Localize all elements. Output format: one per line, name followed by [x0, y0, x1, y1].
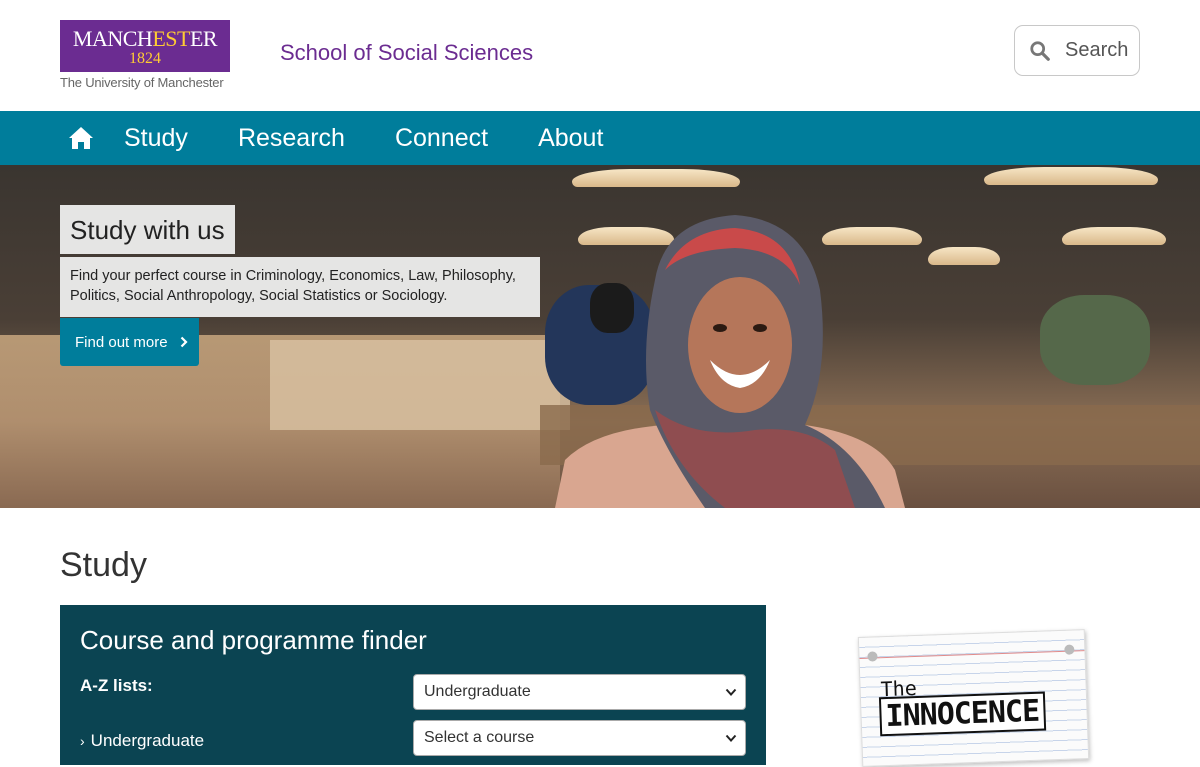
nav-item-connect[interactable]: Connect — [395, 124, 488, 153]
hero-title: Study with us — [70, 215, 225, 245]
nav-item-research[interactable]: Research — [238, 124, 345, 153]
search-icon — [1030, 40, 1050, 61]
course-finder-title: Course and programme finder — [80, 625, 427, 655]
find-out-more-button[interactable]: Find out more — [60, 318, 199, 366]
home-icon — [69, 127, 93, 149]
hero-banner: Study with us Find your perfect course i… — [0, 165, 1200, 508]
card-hole — [1064, 644, 1075, 655]
site-header: MANCHESTER 1824 The University of Manche… — [0, 0, 1200, 111]
card-hole — [867, 651, 878, 662]
search-label: Search — [1065, 39, 1129, 61]
hero-text-box: Find your perfect course in Criminology,… — [60, 257, 540, 317]
az-lists-label: A-Z lists: — [80, 676, 153, 695]
nav-home[interactable] — [66, 123, 96, 153]
hero-lamp — [984, 167, 1158, 185]
chevron-down-icon — [725, 734, 737, 742]
study-heading: Study — [60, 546, 147, 584]
logo-year: 1824 — [129, 50, 161, 67]
az-list-select[interactable]: Undergraduate — [413, 674, 746, 710]
innocence-project-card[interactable]: The INNOCENCE — [857, 629, 1090, 767]
nav-item-study[interactable]: Study — [124, 124, 188, 153]
chevron-right-icon — [180, 336, 188, 348]
university-logo[interactable]: MANCHESTER 1824 The University of Manche… — [60, 20, 230, 90]
hero-background-person — [1040, 295, 1150, 385]
course-select[interactable]: Select a course — [413, 720, 746, 756]
course-finder-panel: Course and programme finder A-Z lists: U… — [60, 605, 766, 765]
hero-description: Find your perfect course in Criminology,… — [70, 268, 516, 304]
az-list-selected: Undergraduate — [424, 683, 531, 700]
main-nav: Study Research Connect About — [0, 111, 1200, 165]
logo-subtitle: The University of Manchester — [60, 75, 224, 90]
nav-item-about[interactable]: About — [538, 124, 603, 153]
hero-student-photo — [555, 215, 905, 508]
hero-lamp — [928, 247, 1000, 265]
card-margin-line — [859, 650, 1085, 659]
hero-background-bar — [270, 340, 570, 430]
school-title[interactable]: School of Social Sciences — [280, 40, 533, 66]
hero-title-box: Study with us — [60, 205, 235, 254]
logo-wordmark: MANCHESTER — [72, 26, 218, 51]
card-innocence-text: INNOCENCE — [878, 691, 1046, 737]
course-level-label: › Undergraduate — [80, 731, 205, 750]
hero-lamp — [1062, 227, 1166, 245]
search-button[interactable]: Search — [1014, 25, 1140, 76]
chevron-down-icon — [725, 688, 737, 696]
logo-mark: MANCHESTER 1824 — [60, 20, 230, 72]
find-out-more-label: Find out more — [75, 333, 168, 351]
hero-lamp — [572, 169, 740, 187]
course-select-placeholder: Select a course — [424, 729, 535, 746]
